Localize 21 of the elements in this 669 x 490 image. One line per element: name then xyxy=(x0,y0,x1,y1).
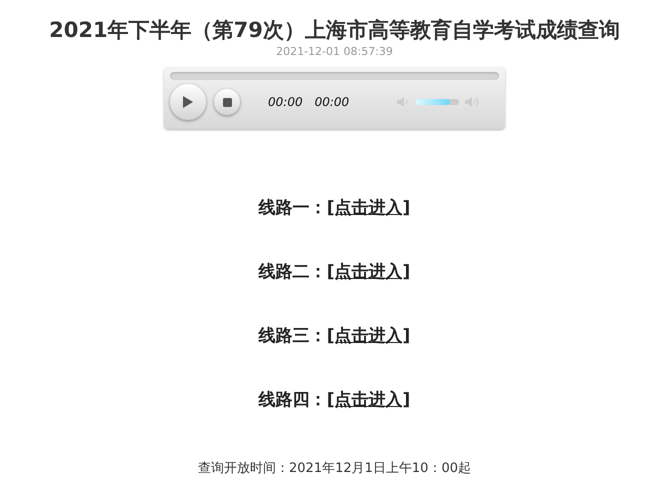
route-label: 线路二： xyxy=(258,261,327,284)
opening-time-text: 查询开放时间：2021年12月1日上午10：00起 xyxy=(198,460,471,478)
current-time: 00:00 xyxy=(268,94,303,111)
enter-link[interactable]: [点击进入] xyxy=(326,388,410,414)
page-title: 2021年下半年（第79次）上海市高等教育自学考试成绩查询 xyxy=(49,17,620,44)
route-label: 线路一： xyxy=(258,197,327,220)
volume-icon[interactable] xyxy=(465,96,482,108)
stop-icon xyxy=(222,98,232,106)
play-icon xyxy=(183,96,193,108)
play-button[interactable] xyxy=(170,84,206,120)
stop-button[interactable] xyxy=(214,89,240,115)
date-text: 2021-12-01 08:57:39 xyxy=(276,45,393,59)
volume-track[interactable] xyxy=(415,99,460,105)
enter-link[interactable]: [点击进入] xyxy=(326,196,410,222)
route-label: 线路三： xyxy=(258,325,327,348)
mute-icon[interactable] xyxy=(397,96,410,108)
enter-link[interactable]: [点击进入] xyxy=(326,260,410,286)
enter-link[interactable]: [点击进入] xyxy=(326,324,410,350)
duration-time: 00:00 xyxy=(314,94,350,111)
progress-track[interactable] xyxy=(170,72,499,80)
route-label: 线路四： xyxy=(258,389,327,412)
